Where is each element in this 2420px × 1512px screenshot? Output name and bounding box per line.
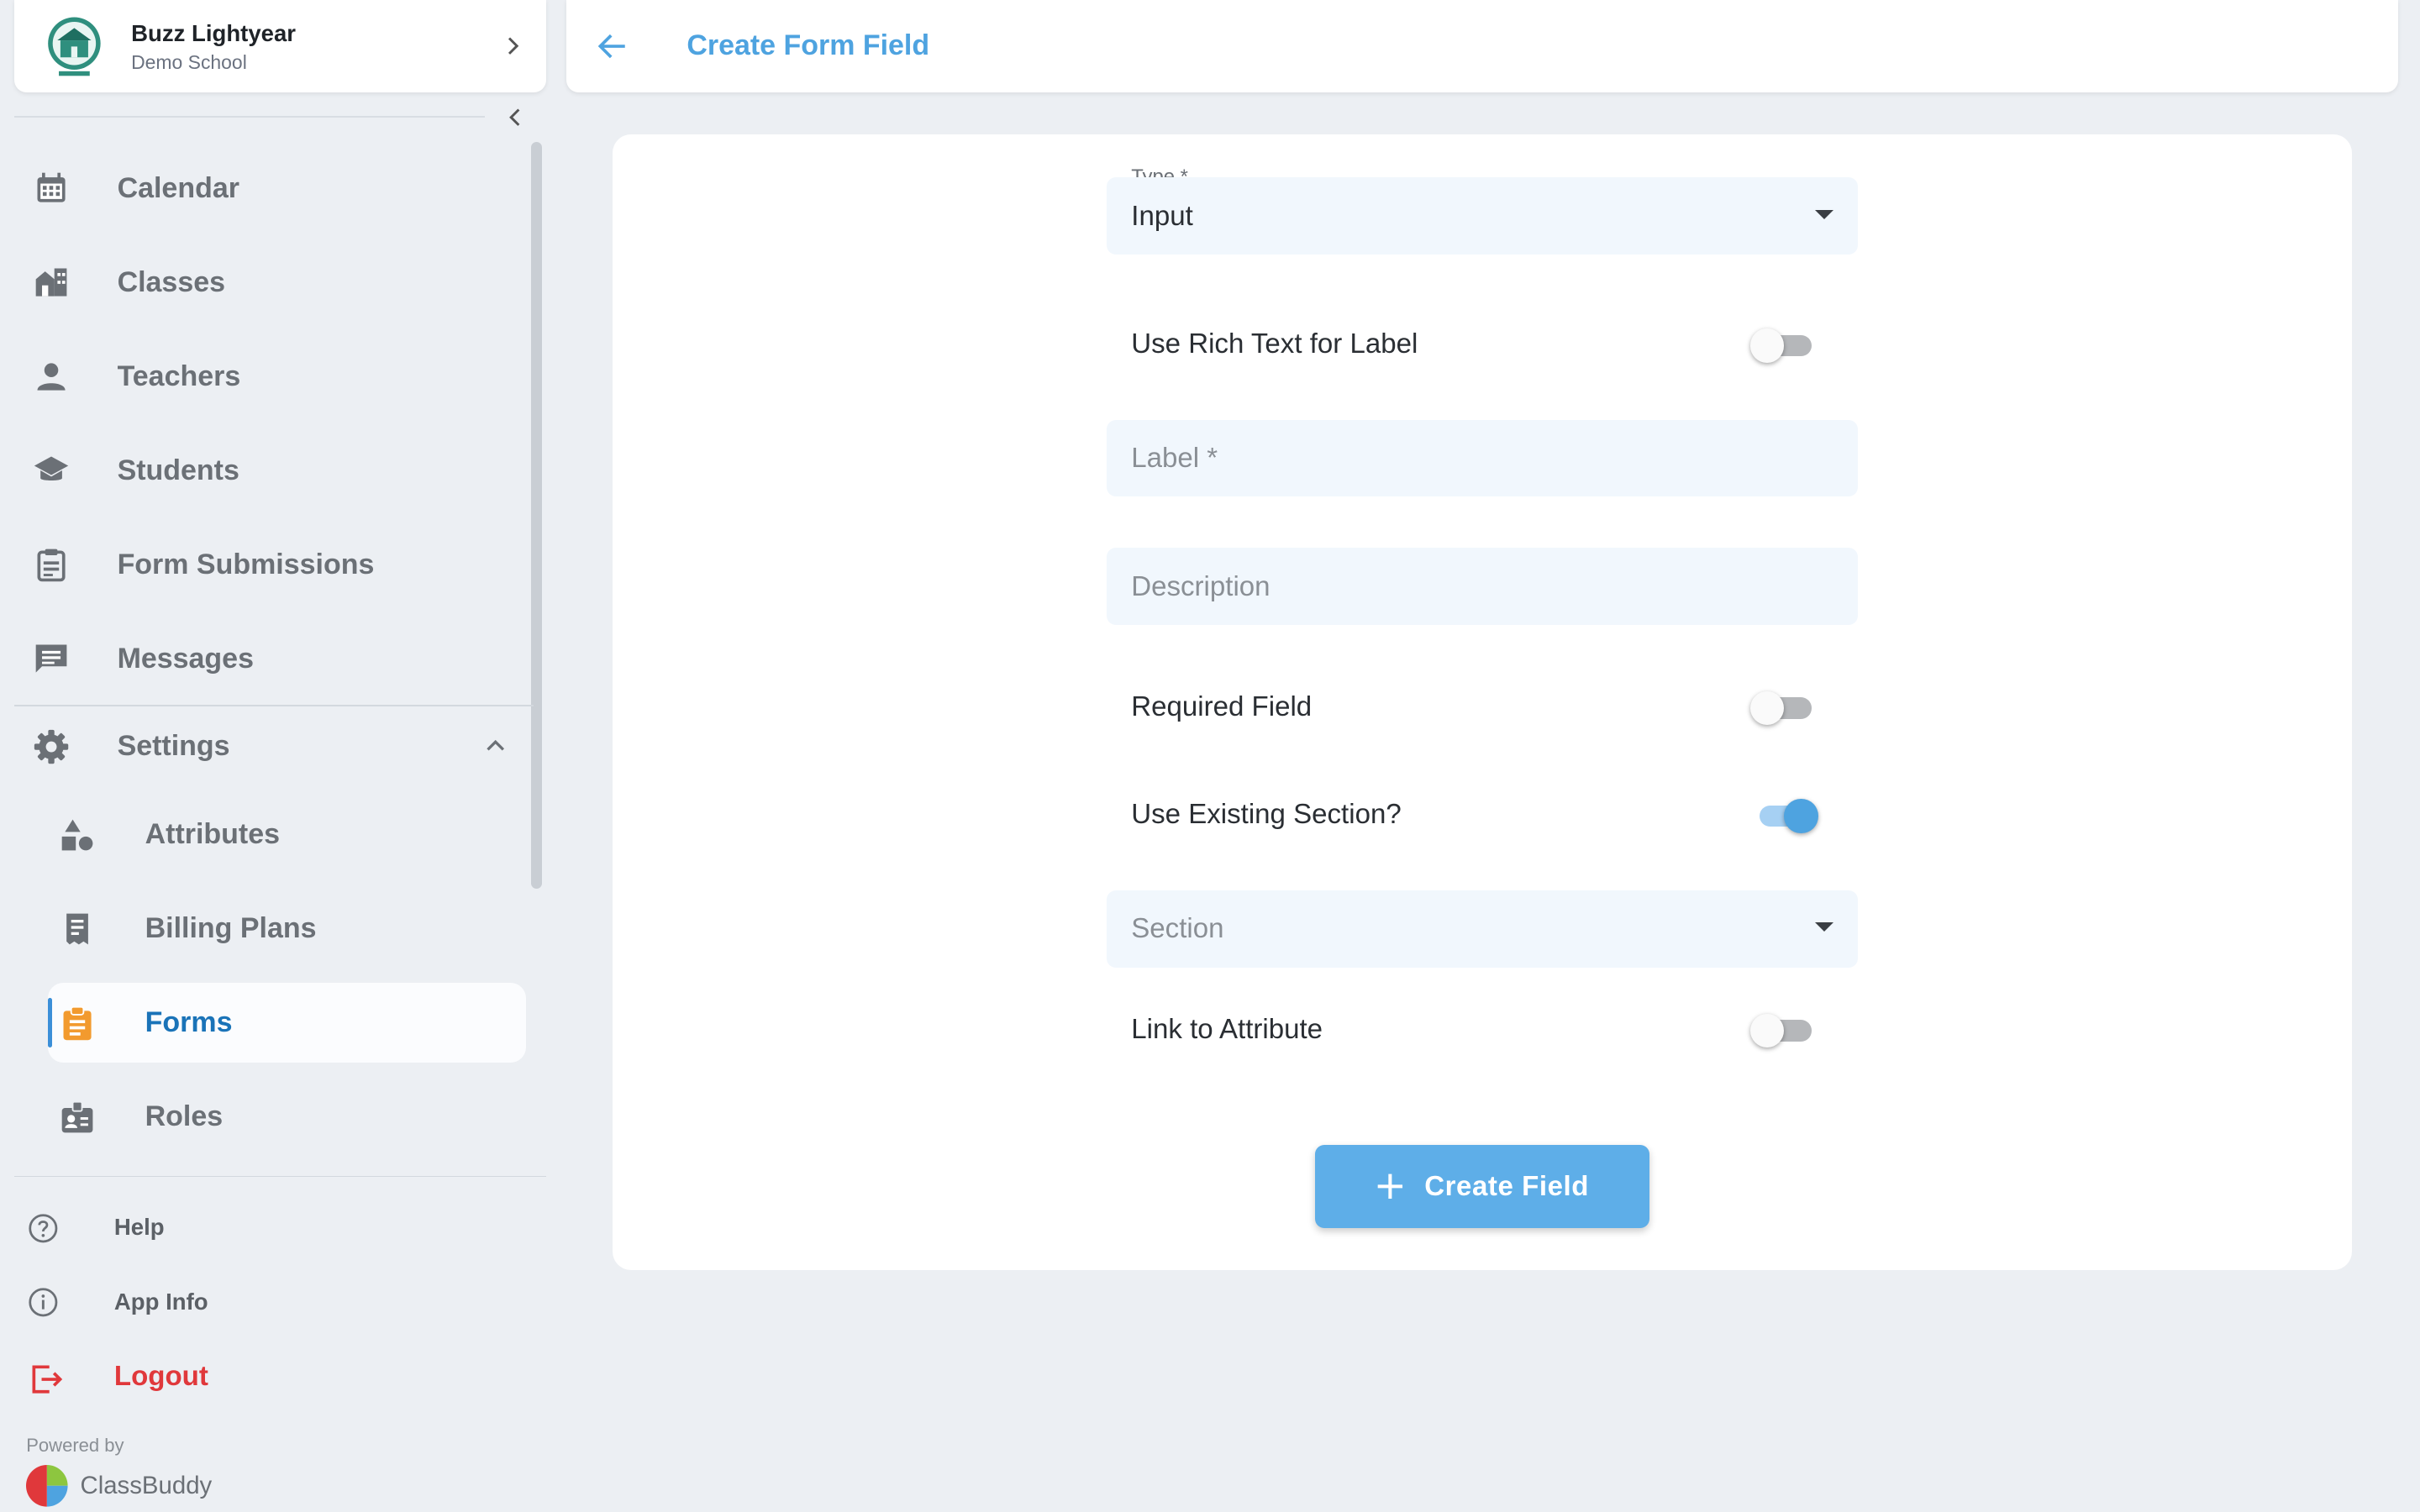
rich-text-toggle[interactable] bbox=[1749, 328, 1812, 363]
app-info-label: App Info bbox=[113, 1288, 208, 1315]
brand-name: ClassBuddy bbox=[80, 1471, 213, 1499]
school-logo bbox=[47, 17, 101, 76]
help-label: Help bbox=[113, 1214, 165, 1241]
sidebar-item-roles[interactable]: Roles bbox=[14, 1080, 527, 1154]
type-select[interactable]: Input bbox=[1106, 177, 1859, 255]
brand: ClassBuddy bbox=[26, 1464, 213, 1507]
form-card: Type * Input Use Rich Text for Label Lab… bbox=[613, 134, 2353, 1270]
link-attribute-row: Link to Attribute bbox=[1107, 998, 1858, 1059]
existing-section-row: Use Existing Section? bbox=[1107, 784, 1858, 845]
create-field-label: Create Field bbox=[1424, 1171, 1590, 1203]
profile-card[interactable]: Buzz Lightyear Demo School bbox=[13, 0, 547, 93]
rich-text-label: Use Rich Text for Label bbox=[1131, 328, 1418, 360]
help-link[interactable]: Help bbox=[14, 1200, 523, 1256]
powered-by-text: Powered by bbox=[26, 1435, 124, 1457]
label-input[interactable]: Label * bbox=[1106, 419, 1859, 497]
app-info-link[interactable]: App Info bbox=[14, 1274, 523, 1330]
logout-label: Logout bbox=[113, 1360, 208, 1392]
page-header: Create Form Field bbox=[566, 0, 2399, 93]
sidebar-item-label: Form Submissions bbox=[117, 548, 375, 580]
toggle-knob bbox=[1749, 690, 1785, 726]
clipboard-icon bbox=[63, 1005, 92, 1040]
sidebar-item-label: Settings bbox=[117, 730, 230, 763]
dropdown-arrow-icon bbox=[1814, 209, 1833, 219]
sidebar-scrollbar[interactable] bbox=[530, 141, 542, 889]
school-building-icon bbox=[35, 268, 66, 297]
link-attribute-toggle[interactable] bbox=[1749, 1013, 1812, 1048]
chevron-right-icon bbox=[508, 37, 519, 55]
required-row: Required Field bbox=[1107, 675, 1858, 737]
toggle-knob bbox=[1749, 1013, 1785, 1048]
receipt-icon bbox=[66, 913, 88, 945]
sidebar-item-attributes[interactable]: Attributes bbox=[14, 798, 527, 872]
existing-section-label: Use Existing Section? bbox=[1131, 799, 1402, 831]
graduation-cap-icon bbox=[34, 456, 68, 481]
collapse-sidebar-icon[interactable] bbox=[503, 105, 528, 129]
nav-divider bbox=[13, 705, 534, 707]
profile-name: Buzz Lightyear bbox=[131, 19, 297, 46]
message-icon bbox=[35, 644, 66, 673]
label-input-placeholder: Label * bbox=[1131, 443, 1218, 475]
logout-icon bbox=[32, 1365, 63, 1394]
section-select[interactable]: Section bbox=[1106, 890, 1859, 968]
sidebar-item-calendar[interactable]: Calendar bbox=[14, 151, 527, 225]
sidebar-item-label: Calendar bbox=[117, 171, 239, 204]
create-field-button[interactable]: Create Field bbox=[1314, 1144, 1650, 1228]
plus-icon bbox=[1378, 1173, 1403, 1200]
sidebar-item-label: Classes bbox=[117, 265, 225, 298]
info-circle-icon bbox=[29, 1288, 58, 1317]
sidebar-item-classes[interactable]: Classes bbox=[14, 245, 527, 319]
back-arrow-icon[interactable] bbox=[594, 28, 631, 65]
sidebar-item-label: Forms bbox=[145, 1006, 233, 1039]
sidebar-item-label: Billing Plans bbox=[145, 912, 317, 945]
sidebar-divider bbox=[13, 115, 485, 118]
classbuddy-logo bbox=[26, 1464, 68, 1507]
description-input-placeholder: Description bbox=[1131, 570, 1270, 602]
chevron-up-icon bbox=[487, 740, 504, 751]
person-icon bbox=[37, 363, 66, 391]
dropdown-arrow-icon bbox=[1814, 922, 1833, 932]
nav-bottom-divider bbox=[13, 1175, 547, 1178]
description-input[interactable]: Description bbox=[1106, 548, 1859, 625]
sidebar-item-label: Teachers bbox=[117, 360, 241, 392]
sidebar-item-label: Messages bbox=[117, 642, 254, 675]
sidebar-item-label: Attributes bbox=[145, 818, 281, 851]
sidebar-item-billing-plans[interactable]: Billing Plans bbox=[14, 892, 527, 966]
sidebar: Buzz Lightyear Demo School Calendar Clas… bbox=[0, 0, 547, 1512]
type-select-value: Input bbox=[1131, 200, 1193, 232]
help-circle-icon bbox=[29, 1214, 58, 1242]
sidebar-item-label: Students bbox=[117, 454, 239, 486]
active-indicator bbox=[47, 998, 53, 1048]
sidebar-item-label: Roles bbox=[145, 1100, 224, 1133]
toggle-knob bbox=[1749, 328, 1785, 363]
rich-text-row: Use Rich Text for Label bbox=[1107, 313, 1858, 375]
sidebar-item-messages[interactable]: Messages bbox=[14, 622, 527, 696]
sidebar-item-form-submissions[interactable]: Form Submissions bbox=[14, 528, 527, 601]
required-label: Required Field bbox=[1131, 690, 1313, 722]
calendar-icon bbox=[37, 172, 66, 202]
sidebar-item-forms[interactable]: Forms bbox=[47, 982, 527, 1063]
logout-button[interactable]: Logout bbox=[14, 1352, 523, 1407]
required-toggle[interactable] bbox=[1749, 690, 1812, 726]
clipboard-list-icon bbox=[37, 549, 66, 582]
link-attribute-label: Link to Attribute bbox=[1131, 1013, 1323, 1045]
sidebar-item-students[interactable]: Students bbox=[14, 433, 527, 507]
page-title: Create Form Field bbox=[687, 29, 930, 61]
existing-section-toggle[interactable] bbox=[1756, 799, 1818, 833]
badge-icon bbox=[61, 1100, 93, 1133]
sidebar-item-teachers[interactable]: Teachers bbox=[14, 339, 527, 413]
gear-icon bbox=[34, 729, 68, 764]
toggle-knob bbox=[1784, 799, 1818, 833]
profile-school: Demo School bbox=[131, 50, 247, 73]
shapes-icon bbox=[61, 819, 93, 850]
section-select-placeholder: Section bbox=[1131, 913, 1224, 945]
sidebar-item-settings[interactable]: Settings bbox=[14, 710, 527, 784]
